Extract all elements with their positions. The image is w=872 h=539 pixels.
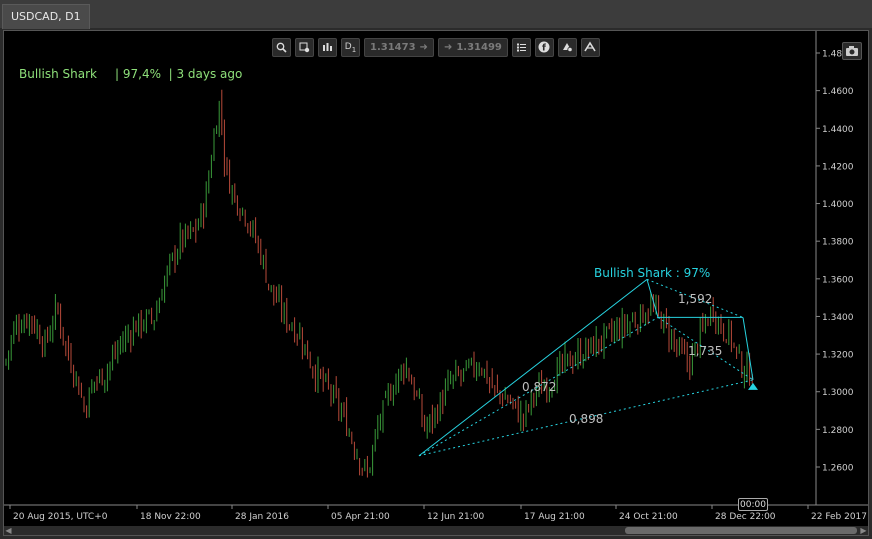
y-tick-label: 1.4000 xyxy=(822,200,854,210)
chart-toolbar: D1 1.31473 ➜ ➜ 1.31499 f xyxy=(272,37,600,57)
y-tick-label: 1.3600 xyxy=(822,275,854,285)
x-tick-label: 22 Feb 2017 xyxy=(811,512,867,522)
ask-price: 1.31499 xyxy=(456,41,502,53)
scroll-right-icon[interactable]: ▶ xyxy=(859,526,868,535)
ratio-label-bd: 1,735 xyxy=(688,344,722,358)
bid-price: 1.31473 xyxy=(370,41,416,53)
timeframe-icon[interactable]: D1 xyxy=(341,37,360,57)
chart-tab[interactable]: USDCAD, D1 xyxy=(2,4,90,29)
y-tick-label: 1.2600 xyxy=(822,464,854,474)
y-tick-label: 1.4400 xyxy=(822,125,854,135)
pattern-label: Bullish Shark : 97% xyxy=(594,266,710,280)
arrow-right-icon: ➜ xyxy=(443,41,453,53)
x-tick-label: 17 Aug 21:00 xyxy=(524,512,585,522)
horizontal-scrollbar[interactable]: ◀ ▶ xyxy=(4,526,868,535)
sell-price-button[interactable]: 1.31473 ➜ xyxy=(364,37,434,57)
buy-price-button[interactable]: ➜ 1.31499 xyxy=(437,37,508,57)
y-tick-label: 1.2800 xyxy=(822,426,854,436)
y-tick-label: 1.3000 xyxy=(822,388,854,398)
y-tick-label: 1.3200 xyxy=(822,351,854,361)
y-tick-label: 1.3400 xyxy=(822,313,854,323)
alert-icon[interactable] xyxy=(557,37,577,57)
price-chart[interactable]: 1.48001.46001.44001.42001.40001.38001.36… xyxy=(4,31,868,535)
screenshot-camera-icon[interactable] xyxy=(842,42,862,60)
zoom-icon[interactable] xyxy=(272,37,291,57)
list-icon[interactable] xyxy=(511,37,531,57)
svg-text:f: f xyxy=(542,44,546,54)
x-tick-label: 28 Dec 22:00 xyxy=(715,512,776,522)
bar-chart-icon[interactable] xyxy=(318,37,337,57)
y-tick-label: 1.3800 xyxy=(822,238,854,248)
x-tick-label: 20 Aug 2015, UTC+0 xyxy=(13,512,108,522)
scroll-left-icon[interactable]: ◀ xyxy=(4,526,13,535)
pattern-leg-xa xyxy=(418,278,648,457)
indicator-icon[interactable] xyxy=(580,37,600,57)
ratio-label-ac: 1,592 xyxy=(678,292,712,306)
facebook-icon[interactable]: f xyxy=(534,37,554,57)
x-tick-label: 18 Nov 22:00 xyxy=(140,512,201,522)
y-tick-label: 1.4200 xyxy=(822,162,854,172)
x-tick-label: 05 Apr 21:00 xyxy=(331,512,390,522)
tab-bar: USDCAD, D1 xyxy=(0,0,872,29)
pattern-name: Bullish Shark xyxy=(19,67,97,81)
timeframe-sub-label: 1 xyxy=(351,46,357,54)
chart-area[interactable]: 1.4800 1.4600 1.4400 1.4200 1.4000 1.3800 1.36… xyxy=(3,30,869,536)
arrow-right-icon: ➜ xyxy=(419,41,428,53)
pattern-stats: | 97,4% | 3 days ago xyxy=(115,67,243,81)
x-tick-label: 28 Jan 2016 xyxy=(235,512,289,522)
crosshair-settings-icon[interactable] xyxy=(295,37,314,57)
x-tick-label: 12 Jun 21:00 xyxy=(427,512,484,522)
ratio-label-xb: 0,872 xyxy=(522,380,556,394)
ratio-label-xd: 0,898 xyxy=(569,412,603,426)
y-tick-label: 1.4600 xyxy=(822,87,854,97)
timeframe-label: D xyxy=(344,42,352,52)
scrollbar-thumb[interactable] xyxy=(625,527,857,534)
time-flag: 00:00 xyxy=(738,498,768,511)
x-tick-label: 24 Oct 21:00 xyxy=(619,512,678,522)
